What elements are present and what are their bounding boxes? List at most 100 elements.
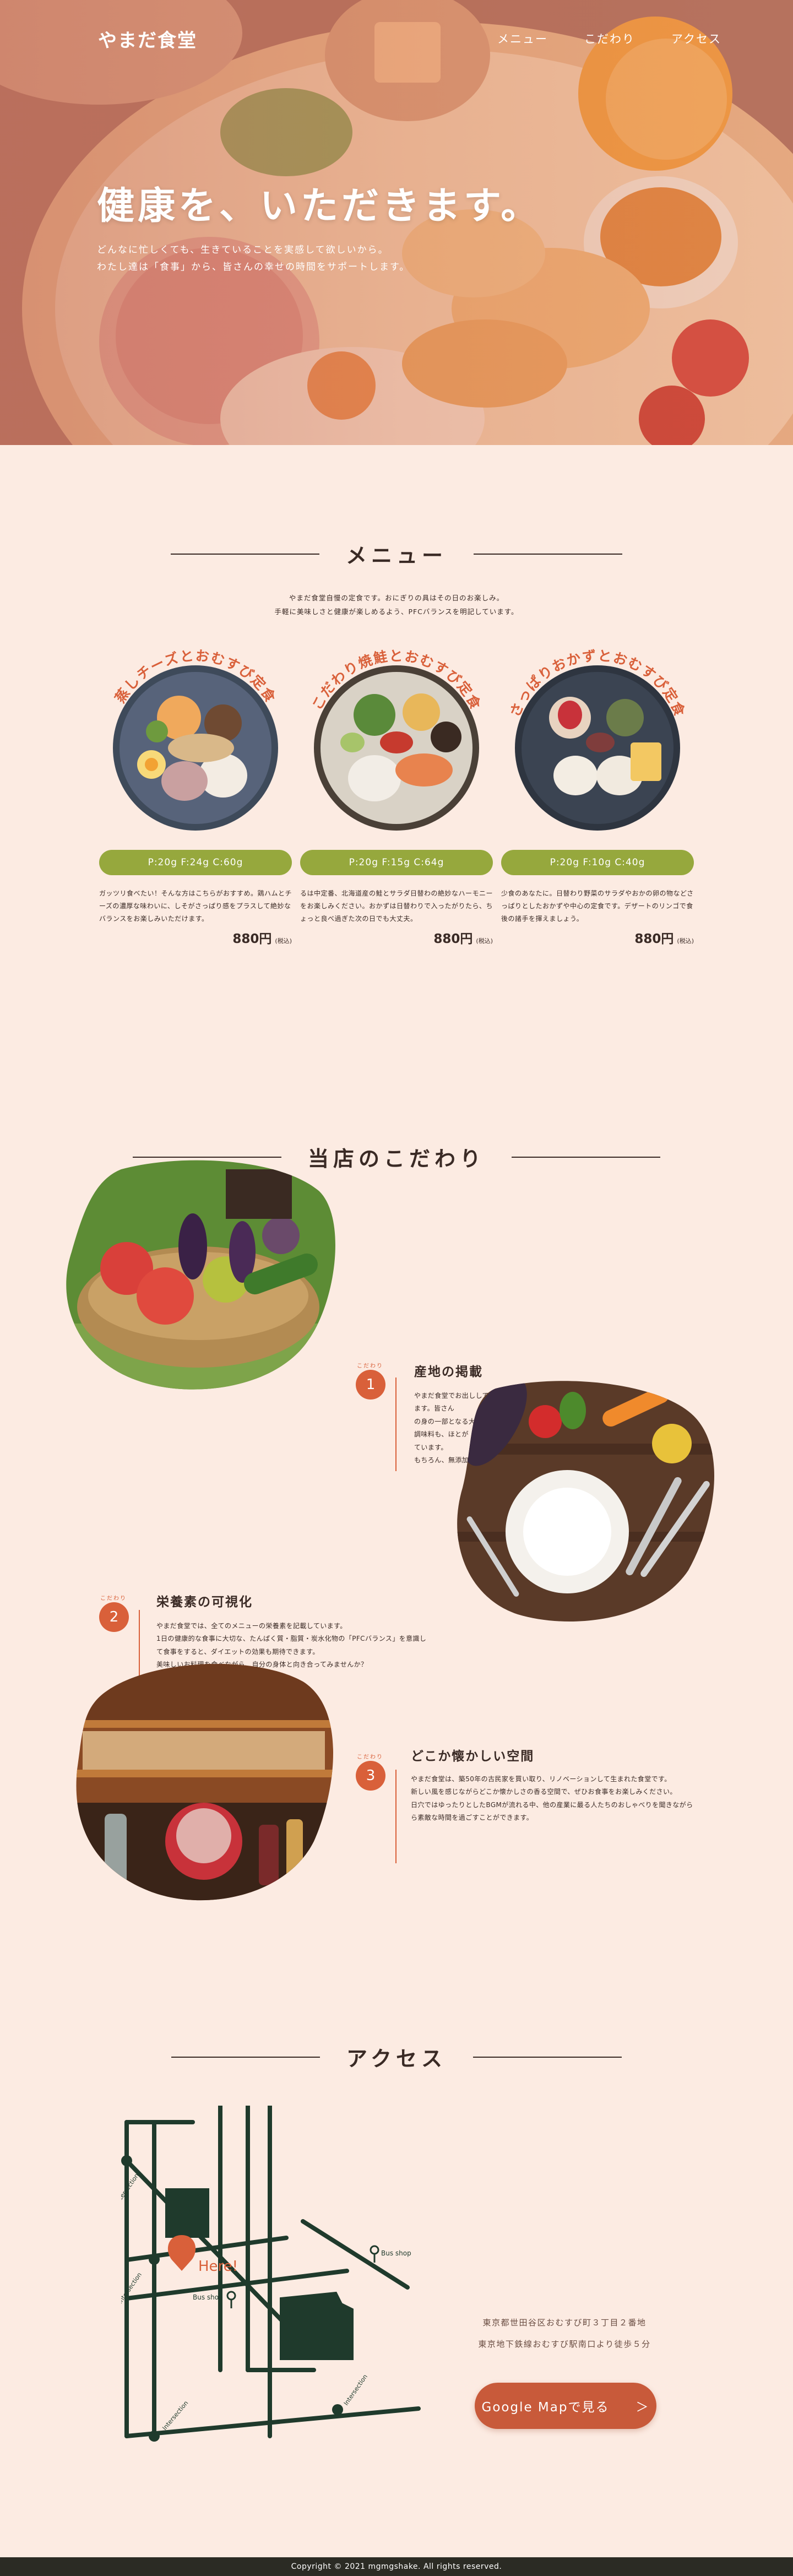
feature-text-line: やまだ食堂は、築50年の古民家を買い取り、リノベーションして生まれた食堂です。 xyxy=(411,1775,671,1783)
site-footer: Copyright © 2021 mgmgshake. All rights r… xyxy=(0,2557,793,2576)
feature-number-badge: 3 xyxy=(356,1761,385,1791)
svg-text:さっぱりおかずとおむすび定食: さっぱりおかずとおむすび定食 xyxy=(507,648,688,719)
bus-stop-icon xyxy=(370,2245,379,2263)
menu-card-desc: るは中定番、北海道産の鮭とサラダ日替わの絶妙なハーモニーをお楽しみください。おか… xyxy=(300,890,493,923)
feature-photo-vegetables xyxy=(66,1160,335,1390)
hero-subtitle-line: どんなに忙しくても、生きていることを実感して欲しいから。 xyxy=(97,245,389,256)
title-rule-left xyxy=(170,553,319,555)
kodawari-section-title: 当店のこだわり xyxy=(0,1059,793,1172)
address-line: 東京地下鉄線おむすび駅南口より徒歩５分 xyxy=(478,2339,651,2349)
hero-subtitle: どんなに忙しくても、生きていることを実感して欲しいから。 わたし達は「食事」から… xyxy=(97,242,541,276)
feature-photo-interior xyxy=(76,1663,334,1901)
site-logo[interactable]: やまだ食堂 xyxy=(98,25,197,52)
menu-section-title: メニュー xyxy=(0,539,793,569)
menu-card-visual: さっぱりおかずとおむすび定食 xyxy=(501,646,694,850)
access-map: Here! Bus shop Bus shop Intersection Int… xyxy=(121,2106,421,2442)
nav-link-kodawari[interactable]: こだわり xyxy=(584,30,635,47)
feature-text-line: 1日の健康的な食事に大切な、たんぱく質・脂質・炭水化物の「PFCバランス」を意識… xyxy=(156,1635,427,1643)
price-row: 880円 (税込) xyxy=(501,928,694,947)
feature-text-line: ら素敵な時間を過ごすことができます。 xyxy=(411,1814,534,1822)
menu-card-name-arc: 蒸しチーズとおむすび定食 xyxy=(112,648,279,706)
chevron-right-icon: ＞ xyxy=(636,2400,650,2415)
menu-card-price: 880円 xyxy=(634,932,674,947)
svg-text:蒸しチーズとおむすび定食: 蒸しチーズとおむすび定食 xyxy=(112,648,279,706)
hero-title: 健康を、いただきます。 xyxy=(97,184,542,228)
intersection-label: Intersection xyxy=(121,2172,140,2206)
pfc-badge: P:20g F:10g C:40g xyxy=(501,850,694,875)
title-rule-left xyxy=(171,2056,320,2058)
menu-card-name-arc: こだわり焼鮭とおむすび定食 xyxy=(309,648,484,712)
feature-kicker: こだわり xyxy=(357,1363,383,1369)
pfc-badge: P:20g F:15g C:64g xyxy=(300,850,493,875)
nav-link-access[interactable]: アクセス xyxy=(671,30,721,47)
feature-text-line: 日穴ではゆったりとしたBGMが流れる中、他の産業に最る人たちのおしゃべりを聞きな… xyxy=(411,1801,693,1809)
menu-card[interactable]: こだわり焼鮭とおむすび定食 P:20g F:15g C:64g るは中定番、北海… xyxy=(300,646,493,947)
menu-lead: やまだ食堂自慢の定食です。おにぎりの具はその日のお楽しみ。 手軽に美味しさと健康… xyxy=(0,591,793,619)
menu-cards: 蒸しチーズとおむすび定食 P:20g F:24g C:60g ガッツリ食べたい！… xyxy=(99,646,694,946)
menu-card[interactable]: さっぱりおかずとおむすび定食 P:20g F:10g C:40g 少食のあなたに… xyxy=(501,646,694,947)
menu-card-name: 蒸しチーズとおむすび定食 xyxy=(112,648,278,706)
nav-link-menu[interactable]: メニュー xyxy=(497,30,548,47)
title-rule-left xyxy=(132,1156,281,1158)
hero: やまだ食堂 メニュー こだわり アクセス 健康を、いただきます。 どんなに忙しく… xyxy=(0,0,793,445)
title-rule-right xyxy=(473,2056,622,2058)
feature-kicker: こだわり xyxy=(100,1596,127,1602)
menu-card[interactable]: 蒸しチーズとおむすび定食 P:20g F:24g C:60g ガッツリ食べたい！… xyxy=(99,646,292,947)
access-heading: アクセス xyxy=(346,2046,447,2071)
feature-heading: どこか懐かしい空間 xyxy=(411,1749,535,1764)
price-row: 880円 (税込) xyxy=(99,928,292,947)
intersection-label: Intersection xyxy=(343,2373,369,2407)
here-label: Here! xyxy=(198,2258,238,2275)
intersection-label: Intersection xyxy=(161,2399,189,2432)
price-row: 880円 (税込) xyxy=(300,928,493,947)
menu-card-desc: 少食のあなたに。日替わり野菜のサラダやおかの卵の物などさっぱりとしたおかずや中心… xyxy=(501,890,694,923)
svg-text:こだわり焼鮭とおむすび定食: こだわり焼鮭とおむすび定食 xyxy=(309,648,484,712)
feature-heading: 産地の掲載 xyxy=(414,1365,483,1379)
hero-copy: 健康を、いただきます。 どんなに忙しくても、生きていることを実感して欲しいから。… xyxy=(97,175,541,276)
feature-heading: 栄養素の可視化 xyxy=(156,1595,253,1609)
menu-card-name: こだわり焼鮭とおむすび定食 xyxy=(309,648,483,712)
menu-lead-line: やまだ食堂自慢の定食です。おにぎりの具はその日のお楽しみ。 xyxy=(289,594,504,602)
tax-note: (税込) xyxy=(476,937,493,945)
menu-section: メニュー やまだ食堂自慢の定食です。おにぎりの具はその日のお楽しみ。 手軽に美味… xyxy=(0,445,793,1059)
menu-card-name-arc: さっぱりおかずとおむすび定食 xyxy=(507,648,688,719)
global-nav: メニュー こだわり アクセス xyxy=(497,30,721,47)
feature-text-line: て食事をすると、ダイエットの効果も期待できます。 xyxy=(156,1647,319,1656)
kodawari-section: 当店のこだわり こだわり 1 産地の掲載 やまだ食堂でお出ししてるお料理の材料は… xyxy=(0,1059,793,2006)
here-pin-icon xyxy=(167,2235,196,2271)
feature-text-line: 新しい風を感じながらどこか懐かしさの香る空間で、ぜひお食事をお楽しみください。 xyxy=(411,1788,677,1796)
bus-stop-label: Bus shop xyxy=(193,2293,223,2301)
pfc-badge: P:20g F:24g C:60g xyxy=(99,850,292,875)
bus-stop-label: Bus shop xyxy=(381,2249,411,2257)
menu-card-price: 880円 xyxy=(433,932,473,947)
feature-text: やまだ食堂は、築50年の古民家を買い取り、リノベーションして生まれた食堂です。 … xyxy=(411,1773,708,1825)
tax-note: (税込) xyxy=(677,937,694,945)
title-rule-right xyxy=(474,553,622,555)
menu-card-price: 880円 xyxy=(232,932,272,947)
google-map-button[interactable]: Google Mapで見る ＞ xyxy=(475,2383,656,2429)
menu-heading: メニュー xyxy=(345,543,447,568)
address-line: 東京都世田谷区おむすび町３丁目２番地 xyxy=(482,2318,647,2328)
feature-rule xyxy=(395,1770,397,1863)
menu-card-visual: こだわり焼鮭とおむすび定食 xyxy=(300,646,493,850)
copyright-text: Copyright © 2021 mgmgshake. All rights r… xyxy=(291,2562,502,2571)
feature-kicker: こだわり xyxy=(357,1754,383,1760)
address-block: 東京都世田谷区おむすび町３丁目２番地 東京地下鉄線おむすび駅南口より徒歩５分 xyxy=(474,2312,655,2355)
feature-photo-plate xyxy=(457,1381,715,1622)
feature-rule xyxy=(395,1378,397,1471)
feature-number-badge: 1 xyxy=(356,1370,385,1400)
menu-lead-line: 手軽に美味しさと健康が楽しめるよう、PFCバランスを明記しています。 xyxy=(274,608,519,616)
site-header: やまだ食堂 メニュー こだわり アクセス xyxy=(0,0,793,77)
menu-card-visual: 蒸しチーズとおむすび定食 xyxy=(99,646,292,850)
tax-note: (税込) xyxy=(275,937,292,945)
menu-card-name: さっぱりおかずとおむすび定食 xyxy=(507,648,687,719)
hero-subtitle-line: わたし達は「食事」から、皆さんの幸せの時間をサポートします。 xyxy=(97,262,410,273)
feature-text-line: やまだ食堂では、全てのメニューの栄養素を記載しています。 xyxy=(156,1622,347,1630)
access-section-title: アクセス xyxy=(0,2006,793,2072)
feature-number-badge: 2 xyxy=(99,1602,129,1632)
bus-stop-icon xyxy=(226,2291,236,2308)
access-section: アクセス Here! Bus shop Bus shop Intersectio… xyxy=(0,2006,793,2557)
google-map-button-label: Google Mapで見る xyxy=(481,2400,610,2415)
title-rule-right xyxy=(512,1156,660,1158)
menu-card-desc: ガッツリ食べたい！そんな方はこちらがおすすめ。鶏ハムとチーズの濃厚な味わいに、し… xyxy=(99,890,292,923)
